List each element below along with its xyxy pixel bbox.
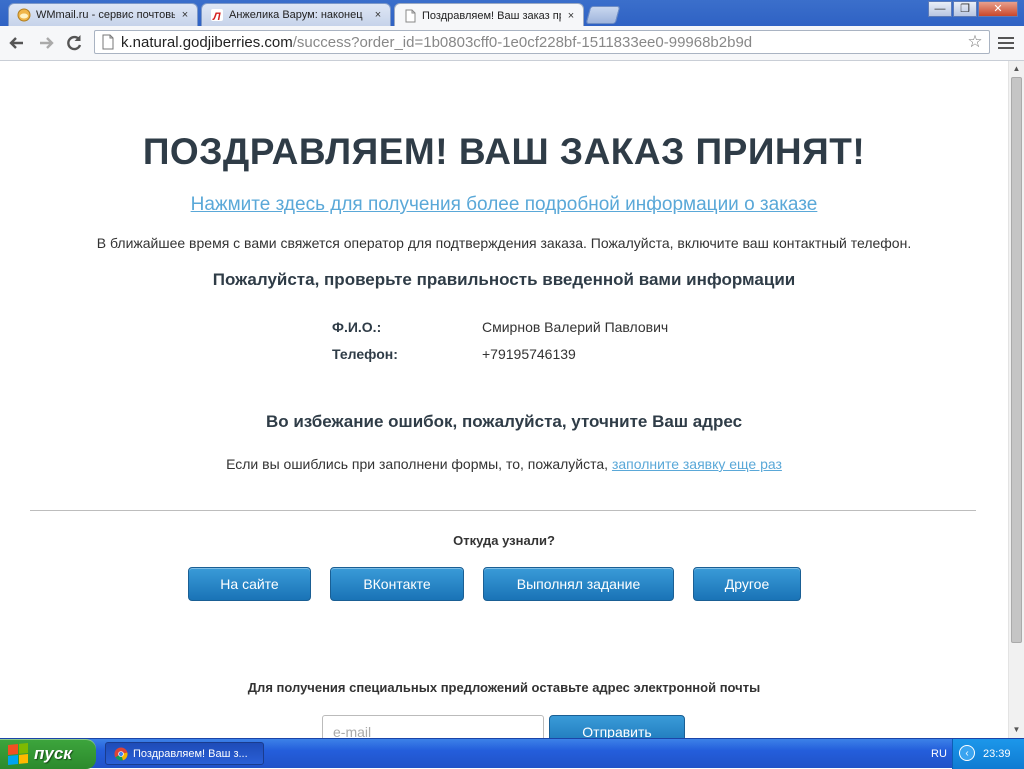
new-tab-button[interactable]	[585, 6, 621, 24]
tab-order-success[interactable]: Поздравляем! Ваш заказ пр ×	[394, 3, 584, 27]
check-info-heading: Пожалуйста, проверьте правильность введе…	[212, 270, 796, 289]
section-divider	[30, 510, 976, 511]
info-label: Ф.И.О.:	[332, 319, 382, 335]
operator-notice: В ближайшее время с вами свяжется операт…	[96, 235, 912, 251]
maximize-button[interactable]: ❐	[953, 1, 977, 17]
source-question: Откуда узнали?	[453, 533, 555, 548]
tab-wmmail[interactable]: WMmail.ru - сервис почтовых ×	[8, 3, 198, 26]
reload-icon	[67, 35, 82, 51]
address-heading: Во избежание ошибок, пожалуйста, уточнит…	[265, 412, 743, 431]
minimize-button[interactable]: —	[928, 1, 952, 17]
clock[interactable]: 23:39	[983, 739, 1011, 769]
taskbar-item-browser[interactable]: Поздравляем! Ваш з...	[105, 742, 264, 765]
system-tray: ‹ 23:39	[952, 739, 1024, 769]
url-path: /success?order_id=1b0803cff0-1e0cf228bf-…	[292, 33, 753, 51]
windows-taskbar: пуск Поздравляем! Ваш з... RU ‹ 23:39	[0, 738, 1024, 769]
scroll-up-icon[interactable]: ▲	[1011, 63, 1022, 75]
close-window-button[interactable]: ✕	[978, 1, 1018, 17]
info-label: Телефон:	[332, 346, 398, 362]
start-label: пуск	[34, 744, 72, 763]
tab-title: Поздравляем! Ваш заказ пр	[422, 9, 561, 22]
wrench-menu-icon[interactable]	[997, 34, 1015, 52]
forward-arrow-icon	[40, 37, 54, 49]
retry-paragraph: Если вы ошиблись при заполнени формы, то…	[0, 456, 1008, 472]
tray-expand-icon[interactable]: ‹	[959, 745, 975, 761]
url-host: k.natural.godjiberries.com	[121, 33, 293, 51]
url-text[interactable]: k.natural.godjiberries.com/success?order…	[121, 34, 965, 51]
taskbar-item-label: Поздравляем! Ваш з...	[133, 747, 248, 760]
back-arrow-icon	[9, 37, 23, 49]
email-input[interactable]	[322, 715, 544, 738]
source-button-other[interactable]: Другое	[693, 567, 801, 601]
order-details-link[interactable]: Нажмите здесь для получения более подроб…	[0, 194, 1008, 216]
source-button-website[interactable]: На сайте	[188, 567, 311, 601]
language-indicator[interactable]: RU	[931, 739, 947, 769]
source-button-task[interactable]: Выполнял задание	[483, 567, 674, 601]
svg-text:Л: Л	[212, 11, 221, 22]
scroll-thumb[interactable]	[1011, 77, 1022, 643]
bookmark-star-icon[interactable]: ☆	[965, 32, 985, 52]
close-tab-icon[interactable]: ×	[372, 9, 384, 21]
info-row-name: Ф.И.О.: Смирнов Валерий Павлович	[332, 319, 668, 335]
info-value: Смирнов Валерий Павлович	[482, 319, 669, 335]
info-value: +79195746139	[482, 346, 576, 362]
tab-title: WMmail.ru - сервис почтовых	[36, 9, 175, 21]
address-bar[interactable]: k.natural.godjiberries.com/success?order…	[94, 30, 990, 54]
reload-button[interactable]	[63, 32, 85, 54]
tab-lenta[interactable]: Л Анжелика Варум: наконец ×	[201, 3, 391, 26]
vertical-scrollbar[interactable]: ▲ ▼	[1008, 61, 1024, 738]
page-viewport: ПОЗДРАВЛЯЕМ! ВАШ ЗАКАЗ ПРИНЯТ! Нажмите з…	[0, 61, 1008, 738]
close-tab-icon[interactable]: ×	[179, 9, 191, 21]
lenta-favicon-icon: Л	[211, 9, 223, 22]
close-tab-icon[interactable]: ×	[565, 10, 577, 22]
windows-logo-icon	[8, 742, 28, 766]
email-prompt: Для получения специальных предложений ос…	[247, 680, 761, 695]
scroll-down-icon[interactable]: ▼	[1011, 724, 1022, 736]
back-button[interactable]	[6, 32, 28, 54]
browser-tab-bar: WMmail.ru - сервис почтовых × Л Анжелика…	[0, 0, 1024, 27]
start-button[interactable]: пуск	[0, 739, 96, 769]
chrome-icon	[114, 747, 128, 760]
source-button-vkontakte[interactable]: ВКонтакте	[330, 567, 464, 601]
retry-text: Если вы ошиблись при заполнени формы, то…	[226, 456, 609, 472]
page-title: ПОЗДРАВЛЯЕМ! ВАШ ЗАКАЗ ПРИНЯТ!	[142, 131, 866, 172]
wmmail-favicon-icon	[17, 8, 31, 22]
page-favicon-icon	[405, 9, 416, 22]
forward-button[interactable]	[35, 32, 57, 54]
tab-title: Анжелика Варум: наконец	[229, 9, 363, 21]
browser-toolbar: k.natural.godjiberries.com/success?order…	[0, 26, 1024, 61]
send-button[interactable]: Отправить	[549, 715, 685, 738]
page-icon	[102, 34, 114, 50]
info-row-phone: Телефон: +79195746139	[332, 346, 576, 362]
refill-form-link[interactable]: заполните заявку еще раз	[612, 456, 782, 472]
